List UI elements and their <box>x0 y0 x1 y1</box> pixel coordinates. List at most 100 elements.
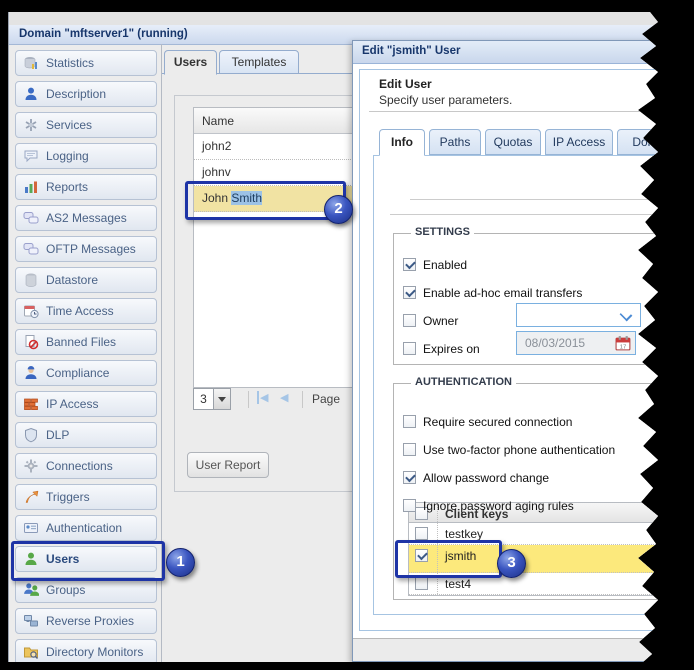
settings-legend: SETTINGS <box>411 226 474 238</box>
sidebar-item-authentication[interactable]: Authentication <box>15 515 157 541</box>
dialog-tab-info[interactable]: Info <box>379 129 425 156</box>
sidebar-item-label: Compliance <box>46 366 109 380</box>
dialog-tab-quotas[interactable]: Quotas <box>485 129 541 155</box>
sidebar-item-datastore[interactable]: Datastore <box>15 267 157 293</box>
statistics-icon <box>23 55 39 71</box>
users-table: Name john2 johnv John Smith <box>193 107 368 388</box>
svg-text:17: 17 <box>620 344 626 350</box>
checkbox-label: Require secured connection <box>423 415 572 429</box>
enabled-checkbox[interactable] <box>403 258 416 271</box>
sidebar-divider <box>161 44 162 662</box>
sidebar-item-triggers[interactable]: Triggers <box>15 484 157 510</box>
chevron-down-icon <box>620 309 633 322</box>
triggers-icon <box>23 489 39 505</box>
sidebar-item-directory-monitors[interactable]: Directory Monitors <box>15 639 157 665</box>
owner-select[interactable] <box>516 303 641 327</box>
sidebar-item-label: AS2 Messages <box>46 211 127 225</box>
directory-monitors-icon <box>23 644 39 660</box>
client-key-label: test4 <box>445 577 471 591</box>
table-header-name[interactable]: Name <box>194 108 367 134</box>
checkbox-label: Enabled <box>423 258 467 272</box>
tab-users[interactable]: Users <box>164 50 217 75</box>
sidebar-item-statistics[interactable]: Statistics <box>15 50 157 76</box>
sidebar-item-label: Banned Files <box>46 335 116 349</box>
sidebar-item-compliance[interactable]: Compliance <box>15 360 157 386</box>
window-top-strip <box>9 12 660 25</box>
sidebar-item-label: IP Access <box>46 397 98 411</box>
expires-on-checkbox[interactable] <box>403 342 416 355</box>
page-size-value: 3 <box>193 388 214 410</box>
table-row[interactable]: john2 <box>194 134 367 160</box>
testkey-checkbox[interactable] <box>415 527 428 540</box>
checkbox-label: Enable ad-hoc email transfers <box>423 286 582 300</box>
sidebar-item-label: Users <box>46 552 79 566</box>
table-cell-name: John Smith <box>202 191 262 205</box>
users-icon <box>23 551 39 567</box>
client-key-row-test4[interactable]: test4 <box>409 573 694 595</box>
sidebar-item-users[interactable]: Users <box>15 546 157 572</box>
annotation-badge-2: 2 <box>324 195 353 224</box>
screen: Domain "mftserver1" (running) Statistics… <box>8 12 660 662</box>
sidebar-item-description[interactable]: Description <box>15 81 157 107</box>
column-divider <box>437 545 439 572</box>
sidebar-item-connections[interactable]: Connections <box>15 453 157 479</box>
table-row[interactable]: johnv <box>194 160 367 186</box>
use-two-factor-phone-authentication-checkbox[interactable] <box>403 443 416 456</box>
sidebar-item-label: DLP <box>46 428 69 442</box>
calendar-icon[interactable]: 17 <box>615 335 632 352</box>
oftp-messages-icon <box>23 241 39 257</box>
dialog-titlebar[interactable]: Edit "jsmith" User <box>353 41 691 64</box>
sidebar-item-logging[interactable]: Logging <box>15 143 157 169</box>
sidebar-item-label: Statistics <box>46 56 94 70</box>
first-page-icon[interactable]: ◀ <box>257 391 268 404</box>
page-label: Page <box>312 392 340 406</box>
sidebar-item-label: Directory Monitors <box>46 645 143 659</box>
sidebar-item-ip-access[interactable]: IP Access <box>15 391 157 417</box>
dialog-tab-ip-access[interactable]: IP Access <box>545 129 613 155</box>
prev-page-icon[interactable]: ◀ <box>280 391 288 404</box>
jsmith-checkbox[interactable] <box>415 549 428 562</box>
require-secured-connection-checkbox[interactable] <box>403 415 416 428</box>
compliance-icon <box>23 365 39 381</box>
sidebar-item-banned-files[interactable]: Banned Files <box>15 329 157 355</box>
user-report-button[interactable]: User Report <box>187 452 269 478</box>
logging-icon <box>23 148 39 164</box>
allow-password-change-checkbox[interactable] <box>403 471 416 484</box>
expires-on-date-field[interactable]: 08/03/2015 17 <box>516 331 636 355</box>
dialog-tab-paths[interactable]: Paths <box>429 129 481 155</box>
sidebar-item-label: Triggers <box>46 490 90 504</box>
dialog-tab-domain[interactable]: Domain <box>617 129 689 155</box>
checkbox-label: Owner <box>423 314 458 328</box>
pagination-separator-2 <box>302 391 303 408</box>
sidebar-item-oftp-messages[interactable]: OFTP Messages <box>15 236 157 262</box>
tab-templates[interactable]: Templates <box>219 50 299 74</box>
sidebar-item-as2-messages[interactable]: AS2 Messages <box>15 205 157 231</box>
sidebar-item-reverse-proxies[interactable]: Reverse Proxies <box>15 608 157 634</box>
sidebar-item-services[interactable]: Services <box>15 112 157 138</box>
client-key-row-jsmith[interactable]: jsmith <box>409 545 694 573</box>
table-cell-name: john2 <box>202 139 231 153</box>
sidebar-item-label: Services <box>46 118 92 132</box>
authentication-legend: AUTHENTICATION <box>411 376 516 388</box>
groups-icon <box>23 582 39 598</box>
sidebar-item-reports[interactable]: Reports <box>15 174 157 200</box>
test4-checkbox[interactable] <box>415 577 428 590</box>
sidebar-item-groups[interactable]: Groups <box>15 577 157 603</box>
client-key-row-testkey[interactable]: testkey <box>409 523 694 545</box>
sidebar-item-dlp[interactable]: DLP <box>15 422 157 448</box>
page-size-dropdown-button[interactable] <box>213 388 231 410</box>
ignore-password-aging-rules-checkbox[interactable] <box>403 499 416 512</box>
client-key-label: testkey <box>445 527 483 541</box>
table-cell-name: johnv <box>202 165 231 179</box>
description-icon <box>23 86 39 102</box>
sidebar-item-label: Authentication <box>46 521 122 535</box>
connections-icon <box>23 458 39 474</box>
dialog-heading: Edit User <box>379 77 432 91</box>
owner-checkbox[interactable] <box>403 314 416 327</box>
sidebar-item-label: Datastore <box>46 273 98 287</box>
client-keys-table: Client keystestkeyjsmithtest4 <box>408 502 694 596</box>
sidebar-item-time-access[interactable]: Time Access <box>15 298 157 324</box>
dialog-footer <box>353 638 691 661</box>
sidebar-item-label: Logging <box>46 149 89 163</box>
enable-ad-hoc-email-transfers-checkbox[interactable] <box>403 286 416 299</box>
